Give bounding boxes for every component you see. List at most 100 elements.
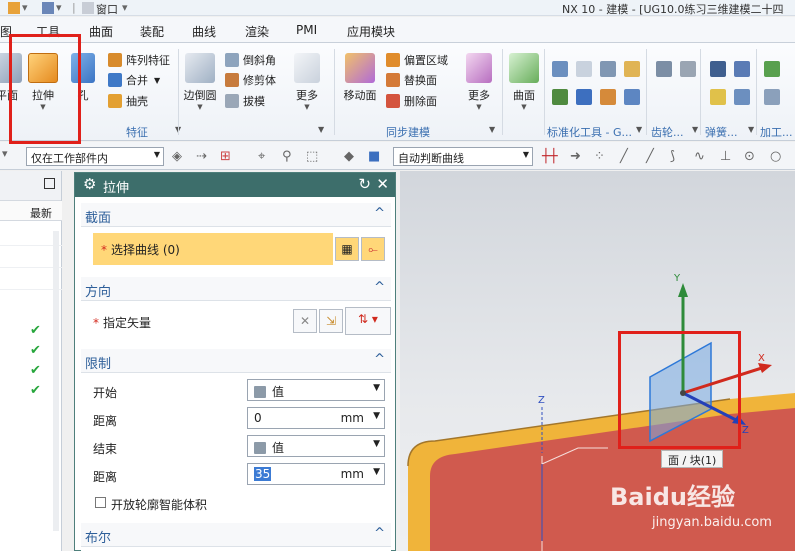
chevron-down-icon[interactable]: ▾ [2,147,8,160]
start-distance-input[interactable]: 0 mm ▼ [247,407,385,429]
spring-tool-icon[interactable] [710,61,726,77]
tab-render[interactable]: 渲染 [245,23,269,40]
collapse-icon[interactable]: ^ [374,352,385,367]
point-icon[interactable]: ⌖ [258,149,265,164]
spring-tool-icon[interactable] [734,61,750,77]
chain-icon[interactable]: ⁘ [594,149,605,164]
tool-icon[interactable] [600,89,616,105]
scrollbar[interactable] [53,231,59,531]
filter-icon[interactable]: ◈ [172,149,182,164]
body-select-icon[interactable]: ◆ [344,149,354,164]
line-icon[interactable]: ╱ [620,149,628,164]
chamfer-button[interactable]: 倒斜角 [225,51,276,69]
shell-button[interactable]: 抽壳 [108,92,148,110]
sketch-section-icon[interactable]: ▦ [335,237,359,261]
chevron-down-icon[interactable]: ▼ [288,103,326,111]
rectangle-select-icon[interactable]: ⬚ [306,149,318,164]
circle-center-icon[interactable]: ⊙ [744,149,755,164]
app-icon[interactable] [8,2,20,14]
close-icon[interactable]: ✕ [376,175,389,193]
direction-header[interactable]: 方向 ^ [81,277,391,301]
limits-header[interactable]: 限制 ^ [81,349,391,373]
dropdown-icon[interactable]: ▾ [22,1,28,14]
combine-button[interactable]: 合并 ▼ [108,71,160,89]
collapse-icon[interactable]: ^ [374,280,385,295]
specify-vector-row[interactable]: * 指定矢量 ✕ ⇲ ⇅ ▾ [87,307,391,335]
process-tool-icon[interactable] [764,61,780,77]
collapse-icon[interactable]: ^ [374,206,385,221]
chevron-down-icon[interactable]: ▼ [692,125,698,134]
snap-icon[interactable]: ⇢ [196,149,207,164]
curve-icon[interactable]: ⟆ [670,149,675,164]
spring-tool-icon[interactable] [734,89,750,105]
edit-icon[interactable] [42,2,54,14]
edge-blend-button[interactable]: 边倒圆 ▼ [180,53,220,111]
open-profile-checkbox[interactable] [95,497,106,508]
end-dropdown[interactable]: 值 ▼ [247,435,385,457]
tool-icon[interactable] [624,61,640,77]
column-latest[interactable]: 最新 [30,205,52,221]
reverse-direction-icon[interactable]: ✕ [293,309,317,333]
window-menu[interactable]: 窗口 [96,1,118,17]
move-face-button[interactable]: 移动面 [340,53,380,103]
vector-dialog-icon[interactable]: ⇲ [319,309,343,333]
tab-surface[interactable]: 曲面 [89,23,113,40]
window-icon[interactable] [82,2,94,14]
follow-fillet-icon[interactable]: ➜ [570,149,581,164]
boolean-header[interactable]: 布尔 ^ [81,523,391,547]
chevron-down-icon[interactable]: ▼ [154,76,160,85]
process-tool-icon[interactable] [764,89,780,105]
replace-face-button[interactable]: 替换面 [386,71,437,89]
gear-tool-icon[interactable] [656,61,672,77]
gear-tool-icon[interactable] [680,61,696,77]
surface-button[interactable]: 曲面 ▼ [506,53,542,111]
reset-icon[interactable]: ↻ [358,175,371,193]
tab-curve[interactable]: 曲线 [192,23,216,40]
maximize-icon[interactable] [44,178,55,189]
spring-tool-icon[interactable] [710,89,726,105]
chevron-down-icon[interactable]: ▼ [318,125,324,134]
chevron-down-icon[interactable]: ▼ [373,411,380,421]
trim-body-button[interactable]: 修剪体 [225,71,276,89]
tab-pmi[interactable]: PMI [296,23,317,37]
point-on-curve-icon[interactable]: ⊥ [720,149,731,164]
delete-face-button[interactable]: 删除面 [386,92,437,110]
vector-inference-dropdown[interactable]: ⇅ ▾ [345,307,391,335]
tool-icon[interactable] [624,89,640,105]
tab-application[interactable]: 应用模块 [347,23,395,40]
tool-icon[interactable] [576,89,592,105]
stop-at-intersection-icon[interactable]: ┼┼ [542,149,558,164]
chevron-down-icon[interactable]: ▼ [489,125,495,134]
dropdown-icon[interactable]: ▾ [122,1,128,14]
select-icon[interactable]: ⊞ [220,149,231,164]
curve-rule-dropdown[interactable]: 自动判断曲线 ▼ [393,147,533,166]
chevron-down-icon[interactable]: ▼ [373,467,380,477]
offset-region-button[interactable]: 偏置区域 [386,51,448,69]
section-header[interactable]: 截面 ^ [81,203,391,227]
chevron-down-icon[interactable]: ▼ [636,125,642,134]
collapse-icon[interactable]: ^ [374,526,385,541]
chevron-down-icon[interactable]: ▼ [748,125,754,134]
draft-button[interactable]: 拔模 [225,92,265,110]
tab-assembly[interactable]: 装配 [140,23,164,40]
tool-icon[interactable] [576,61,592,77]
end-distance-input[interactable]: 35 mm ▼ [247,463,385,485]
more-sync-button[interactable]: 更多 ▼ [460,53,498,111]
cube-icon[interactable]: ■ [368,149,380,164]
selection-scope-dropdown[interactable]: 仅在工作部件内 ▼ [26,147,164,166]
spline-icon[interactable]: ∿ [694,149,705,164]
line-icon[interactable]: ╱ [646,149,654,164]
curve-icon[interactable]: ⟜ [361,237,385,261]
gear-icon[interactable]: ⚙ [83,175,96,193]
open-profile-row[interactable]: 开放轮廓智能体积 [87,491,387,515]
start-dropdown[interactable]: 值 ▼ [247,379,385,401]
chevron-down-icon[interactable]: ▼ [506,103,542,111]
more-features-button[interactable]: 更多 ▼ [288,53,326,111]
snap-point-icon[interactable]: ⚲ [282,149,292,164]
array-feature-button[interactable]: 阵列特征 [108,51,170,69]
tool-icon[interactable] [552,61,568,77]
chevron-down-icon[interactable]: ▼ [460,103,498,111]
dropdown-icon[interactable]: ▾ [56,1,62,14]
select-curve-field[interactable]: * 选择曲线 (0) [93,233,333,265]
tool-icon[interactable] [552,89,568,105]
